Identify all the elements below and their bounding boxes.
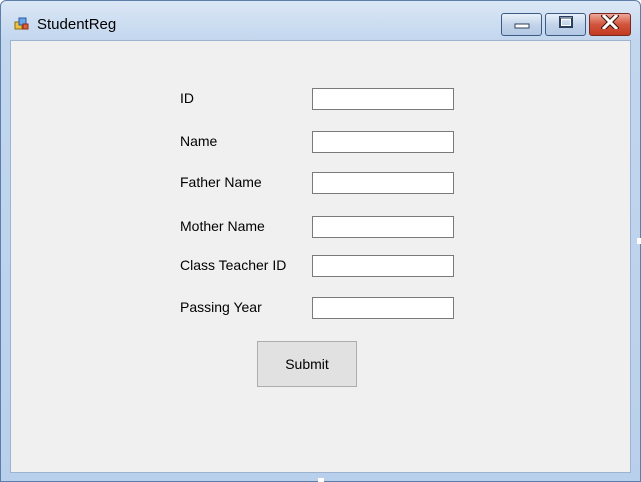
id-label: ID <box>180 90 194 106</box>
minimize-icon <box>514 16 530 34</box>
title-bar[interactable]: StudentReg <box>1 1 640 40</box>
id-field[interactable] <box>312 88 454 110</box>
class-teacher-id-label: Class Teacher ID <box>180 257 287 273</box>
name-label: Name <box>180 133 218 149</box>
app-window: StudentReg ID Name Father Name Mother Na… <box>0 0 641 482</box>
winforms-app-icon[interactable] <box>14 16 30 32</box>
resize-grip-bottom[interactable] <box>318 478 324 482</box>
maximize-icon <box>558 15 574 34</box>
name-field[interactable] <box>312 131 454 153</box>
minimize-button[interactable] <box>501 13 542 36</box>
passing-year-field[interactable] <box>312 297 454 319</box>
resize-grip-right[interactable] <box>637 238 641 244</box>
mother-name-label: Mother Name <box>180 218 265 234</box>
window-title: StudentReg <box>37 16 117 33</box>
submit-button[interactable]: Submit <box>257 341 357 387</box>
close-button[interactable] <box>589 12 631 36</box>
father-name-label: Father Name <box>180 174 262 190</box>
passing-year-label: Passing Year <box>180 299 262 315</box>
maximize-button[interactable] <box>545 13 586 36</box>
class-teacher-id-field[interactable] <box>312 255 454 277</box>
form-client-area: ID Name Father Name Mother Name Class Te… <box>10 40 631 473</box>
close-icon <box>600 12 620 34</box>
mother-name-field[interactable] <box>312 216 454 238</box>
father-name-field[interactable] <box>312 172 454 194</box>
